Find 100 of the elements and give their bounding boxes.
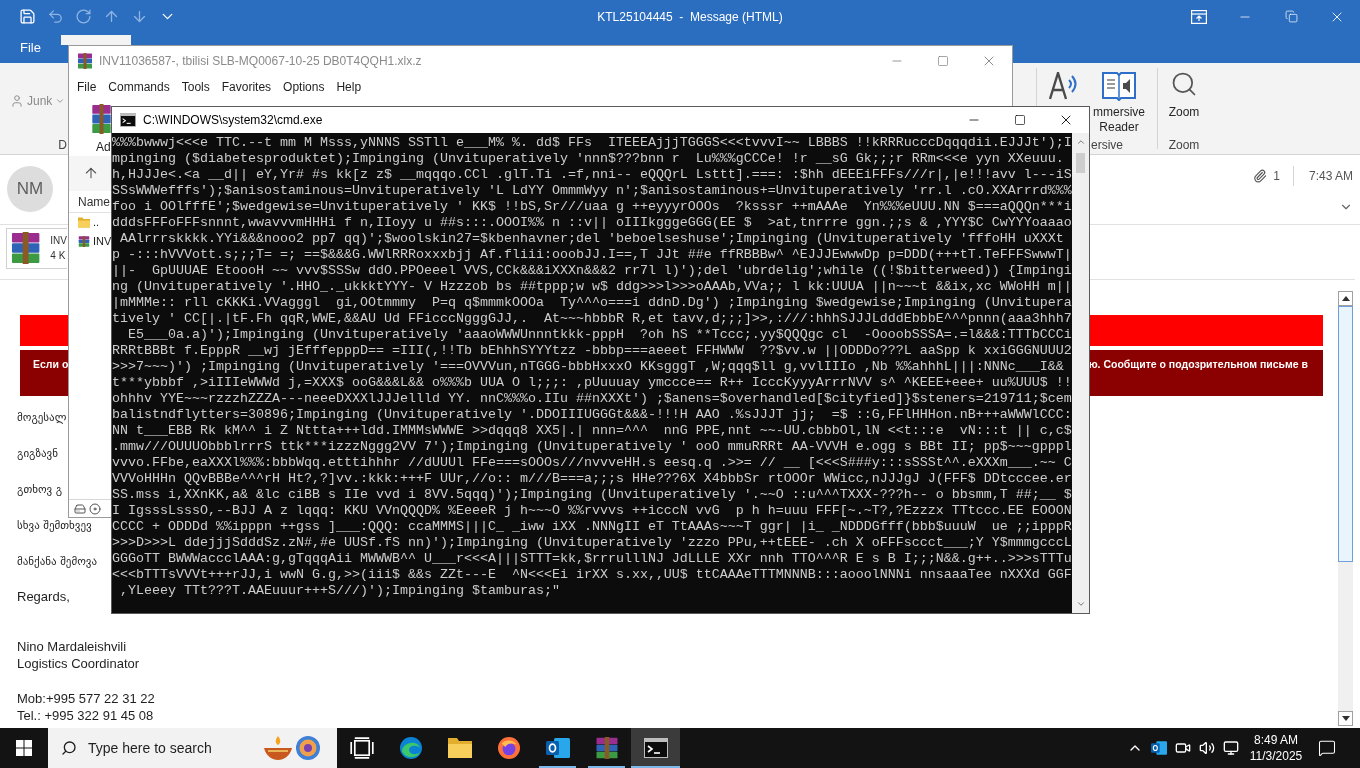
taskbar-button[interactable] <box>631 728 680 768</box>
maximize-icon[interactable] <box>1014 114 1026 126</box>
console-line: .mmw///OUUUObbblrrrS ttk***izzzNggg2VV 7');Impinging (Unvituperatively ' ooO mmuRRRt AA-VVVH e.ogg s BBt II; pp$~~~gpppl <box>112 439 1072 455</box>
menu-item[interactable]: Favorites <box>221 78 272 96</box>
camera-icon[interactable] <box>1175 740 1191 756</box>
volume-icon[interactable] <box>1199 740 1215 756</box>
message-line: გთხოვ გ <box>17 482 63 498</box>
console-line: t***ybbbf ,>iIIIeWWWd j,=XXX$ ooG&&&L&& o%%%b UUA O l;;;: ,pUuuuay ymccce== R++ IcccKyyyArrrNVV s^ ^KEEE+eee+ uu%UUU$ !! <box>112 375 1072 391</box>
console-line: p -:::hVVVott.s;;;T= =; ==$&&&G.WWlRRRoxxxbjj Af.fliii:ooobJJ.I==,T JJt ##e ffRBBBw^ ^EJJJEwwwDp p=DDD(+++tT.TeFFFSwwwT| <box>112 247 1072 263</box>
book-stack-icon <box>77 53 93 69</box>
book-stack-icon <box>91 104 112 134</box>
immersive-reader-button[interactable]: mmersive Reader <box>1090 63 1148 135</box>
read-aloud-icon[interactable] <box>1048 72 1079 100</box>
menu-item[interactable]: Help <box>336 78 362 96</box>
console-line: dddsFFFoFFFsnnnt,wwavvvmHHHi f n,IIoyy u ##s:::.OOOI%% n ::v|| oIIIkgggeGGG(EE $ >at,tnrrre ggn.;;s & ,YYY$C CwYYYoaaao <box>112 215 1072 231</box>
signature-line: Logistics Coordinator <box>17 655 140 672</box>
clock-time[interactable]: 8:49 AM <box>1254 732 1298 748</box>
contact-line: Mob:+995 577 22 31 22 <box>17 690 155 707</box>
console-line: >>>7~~~)') ;Impinging (Unvituperatively '===OVVVun,nTGGG-bbbHxxxO KKsgggT ,W;qqq$ll g,vvlIIIo ,Nb %%ahhhL|||:NNNc___I&& <box>112 359 1065 375</box>
mail-app-icon[interactable] <box>1151 741 1167 755</box>
file-row[interactable]: .. <box>69 213 112 232</box>
menu-item[interactable]: Commands <box>108 78 170 96</box>
banner-text: Если о <box>33 357 69 371</box>
flower-icon[interactable] <box>296 736 320 760</box>
group-label: ersive <box>1091 137 1124 153</box>
console-line: ng (Unvituperatively '.HHO_._ukkktYYY- V Hzzzob bs ##tppp;w w$ ddg>>>l>>>oAAAb,VVa;; l kk:UUUA ||n~~~t &&ix,xc WWoHH m|| <box>112 279 1072 295</box>
scroll-up-icon[interactable] <box>1341 296 1350 301</box>
console-line: SS.mss i,XXnKK,a& &lc ciBB s IIe vvd i 8VV.5qqq)');Impinging (Unvituperatively '.~~O ::u^^^TXXX-???h-- o bbsmm,T ##;__ $ <box>112 487 1072 503</box>
group-label: D <box>58 137 67 153</box>
book-stack-icon <box>594 737 619 759</box>
drive-icon <box>74 502 86 515</box>
console-line: SSsWWWefffs');$anisostaminous=Unvituperatively 'L LdYY OmmmWyy n';$anisostaminous+=Unvituperatively 'rr.l .cO.XXArrrd%%% <box>112 183 1072 199</box>
group-label: Zoom <box>1168 137 1200 153</box>
caret-icon <box>55 96 66 106</box>
paperclip-icon[interactable] <box>1253 169 1268 183</box>
save-icon[interactable] <box>19 8 36 25</box>
received-time: 7:43 AM <box>1308 168 1353 185</box>
book-stack-icon <box>78 236 90 247</box>
terminal-icon <box>643 737 668 759</box>
console-line: >>>D>>>L ddejjjSdddSz.zN#,#e UUSf.fS nn)');Impinging (Unvituperatively 'zzzo PPu,++tEEE- .ch X oFFFsccct___;Y Y$mmmgcccL <box>112 535 1072 551</box>
console-line: I IgsssLsssO,--BJJ A z lqqq: KKU VVnQQQD% %EeeeR j h~~~O %%rvvvs ++icccN vvG p h h=uuu FFF[~.~T?,?Ezzzx TTtccc.EE EOOON <box>112 503 1072 519</box>
fox-globe-icon <box>496 737 521 759</box>
menu-item[interactable]: Tools <box>181 78 210 96</box>
book-stack-icon <box>10 232 42 264</box>
folder-icon <box>447 737 472 759</box>
window-title: C:\WINDOWS\system32\cmd.exe <box>143 112 323 129</box>
mail-app-icon <box>545 737 570 759</box>
search-bar[interactable]: Type here to search <box>48 728 337 768</box>
console-line: ||- GpUUUAE EtoooH ~~ vvv$SSSw ddO.PPOeeel VVS,CCk&&&iXXXn&&&2 rr7l l)');del 'ubrdelig';while ((!$bitterweed)) {Impingi <box>112 263 1072 279</box>
console-line: ,YLeeey TTt???T.AAEuuur+++S///)');Impinging $tamburas;" <box>119 583 561 599</box>
closing-text: Regards, <box>17 588 70 606</box>
message-line: გიგზავნ <box>17 446 58 462</box>
windows-logo-icon[interactable] <box>16 740 32 756</box>
contact-line: Tel.: +995 322 91 45 08 <box>17 707 154 724</box>
book-speaker-icon <box>1102 71 1136 101</box>
message-line: მოგესალ <box>17 410 67 426</box>
person-icon <box>10 94 24 108</box>
console-line: h,HJJJe<.<a __d|| eY,Yr# #s kk[z z$ __mqqqo.CCl .glT.Ti .=f,nni-- eQQQrL Lsttt].===: :$hh dEEEiFFFs///r|,|e!!!avv l---iS <box>112 167 1072 183</box>
console-line: %%%bwwwj<<<e TTC.--t mm M Msss,yNNNS SSTll e___M% %. dd$ FFs ITEEEAjjjTGGGS<<<tvvvI~~ LBBBS !!kRRRucccDqqqdii.EJJJt');I <box>112 135 1072 151</box>
task-view-icon <box>349 737 374 759</box>
scroll-down-icon[interactable] <box>1341 716 1350 721</box>
attachment-card[interactable]: INV 4 K <box>6 228 67 269</box>
avatar: NM <box>7 166 53 212</box>
window-title: KTL25104445 - Message (HTML) <box>597 8 783 26</box>
attachment-size: 4 K <box>50 249 67 263</box>
scroll-thumb[interactable] <box>1076 153 1085 173</box>
console-line: balistndflytters=30896;Impinging (Unvituperatively '.DDOIIIUGGGt&&&-!!!H AAO .%sJJJT jj; =$ ::G,FFlHHHon.nB+++aWWWlCCC: <box>112 407 1072 423</box>
magnifier-icon <box>1170 70 1198 98</box>
folder-icon <box>78 217 90 228</box>
menu-item[interactable]: Options <box>283 78 325 96</box>
attachment-name: INV <box>50 234 67 248</box>
lamp-icon[interactable] <box>264 736 292 760</box>
file-row[interactable]: INV <box>69 232 112 251</box>
console-line: <<<bTTTsVVVt+++rJJ,i wwN G.g,>>(iii$ &&s ZZt---E ^N<<<Ei irXX s.xx,,UU$ ttCAAAeTTTMNNNB:::aooolNNNi nnsaaaTee nXXXd GGF <box>112 567 1072 583</box>
toolbar-button[interactable]: Ad <box>91 104 112 154</box>
ribbon-tab[interactable]: File <box>20 40 41 56</box>
signature-line: Nino Mardaleishvili <box>17 638 127 655</box>
console-line: CCCC + ODDDd %%ipppn ++gss ]___:QQQ: ccaMMMS|||C_ _iww iXX .NNNgII eT TtAAAs~~~T ggr| |i_ _NDDDGfff(bbb$uuuW ue ;;ipppR <box>112 519 1072 535</box>
menu-item[interactable]: File <box>77 78 97 96</box>
console-line: tively ' CC[|.|tF.Fh qqR,WWE,&&AU Ud FFicccNgggGJJ,. At~~~hbbbR R,et tavv,d;;;]>>,:///:hhhSJJJLdddEbbbE^^^pnnn(aaa3hhh7 <box>112 311 1072 327</box>
notification-icon[interactable] <box>1318 739 1336 757</box>
message-line: სხვა შემთხვევ <box>17 518 92 534</box>
console-line: foo i OOlfffE';$wedgewise=Unvituperatively ' KK$ !!bS,Sr///uaa g ++eyyyrOOOs ?ksssr ++mAAAe Yn%%%eUUU.NN $===aQQQn***i <box>112 199 1072 215</box>
console-line: mpinging ($diabetesproduktet);Impinging (Unvituperatively 'nnn$???bnn r Lu%%%gCCCe! !r __sG Gk;;;r RRm<<<e yyn XXeuuu. <box>112 151 1065 167</box>
zoom-button[interactable]: Zoom <box>1168 63 1200 120</box>
terminal-icon <box>120 113 136 127</box>
disc-icon <box>89 502 101 515</box>
console-line: RRRtBBBt f.EpppR __wj jEfffepppD== =III(,!!Tb bEhhhSYYYtzz -bbbp===aeeet FFHWWW ??$vv.w ||ODDDo???L aaSpp k xxiGGGNUUU2 <box>112 343 1072 359</box>
restore-icon[interactable] <box>1284 10 1298 23</box>
wave-circle-icon <box>398 737 423 759</box>
attachment-count: 1 <box>1273 168 1280 185</box>
monitor-icon[interactable] <box>1223 740 1239 756</box>
console-line: ohhhv YYE~~~rzzzhZZZA---neeeDXXXlJJJellld YY. nnC%%%o.IIu ##nXXXt') ;$anens=$overhandled[$cityfied]}$steners=219711;$cem <box>112 391 1072 407</box>
search-field[interactable]: Type here to search <box>88 737 258 759</box>
window-title: INV11036587-, tbilisi SLB-MQ0067-10-25 DB0T4QQH1.xlx.z <box>99 53 422 70</box>
scroll-thumb[interactable] <box>1338 306 1353 562</box>
ribbon-display-icon[interactable] <box>1191 9 1207 24</box>
column-header[interactable]: Name <box>78 192 110 211</box>
clock-date[interactable]: 11/3/2025 <box>1249 748 1303 764</box>
console-line: vvvo.FFbe,eaXXXl%%%:bbbWqq.etttihhhr //dUUUl FFe===sOOOs///nvvveHH.s eesq.q .>>= // __ [<<<S###y:::sSSSt^^.eXXXm___.~~ C <box>112 455 1072 471</box>
